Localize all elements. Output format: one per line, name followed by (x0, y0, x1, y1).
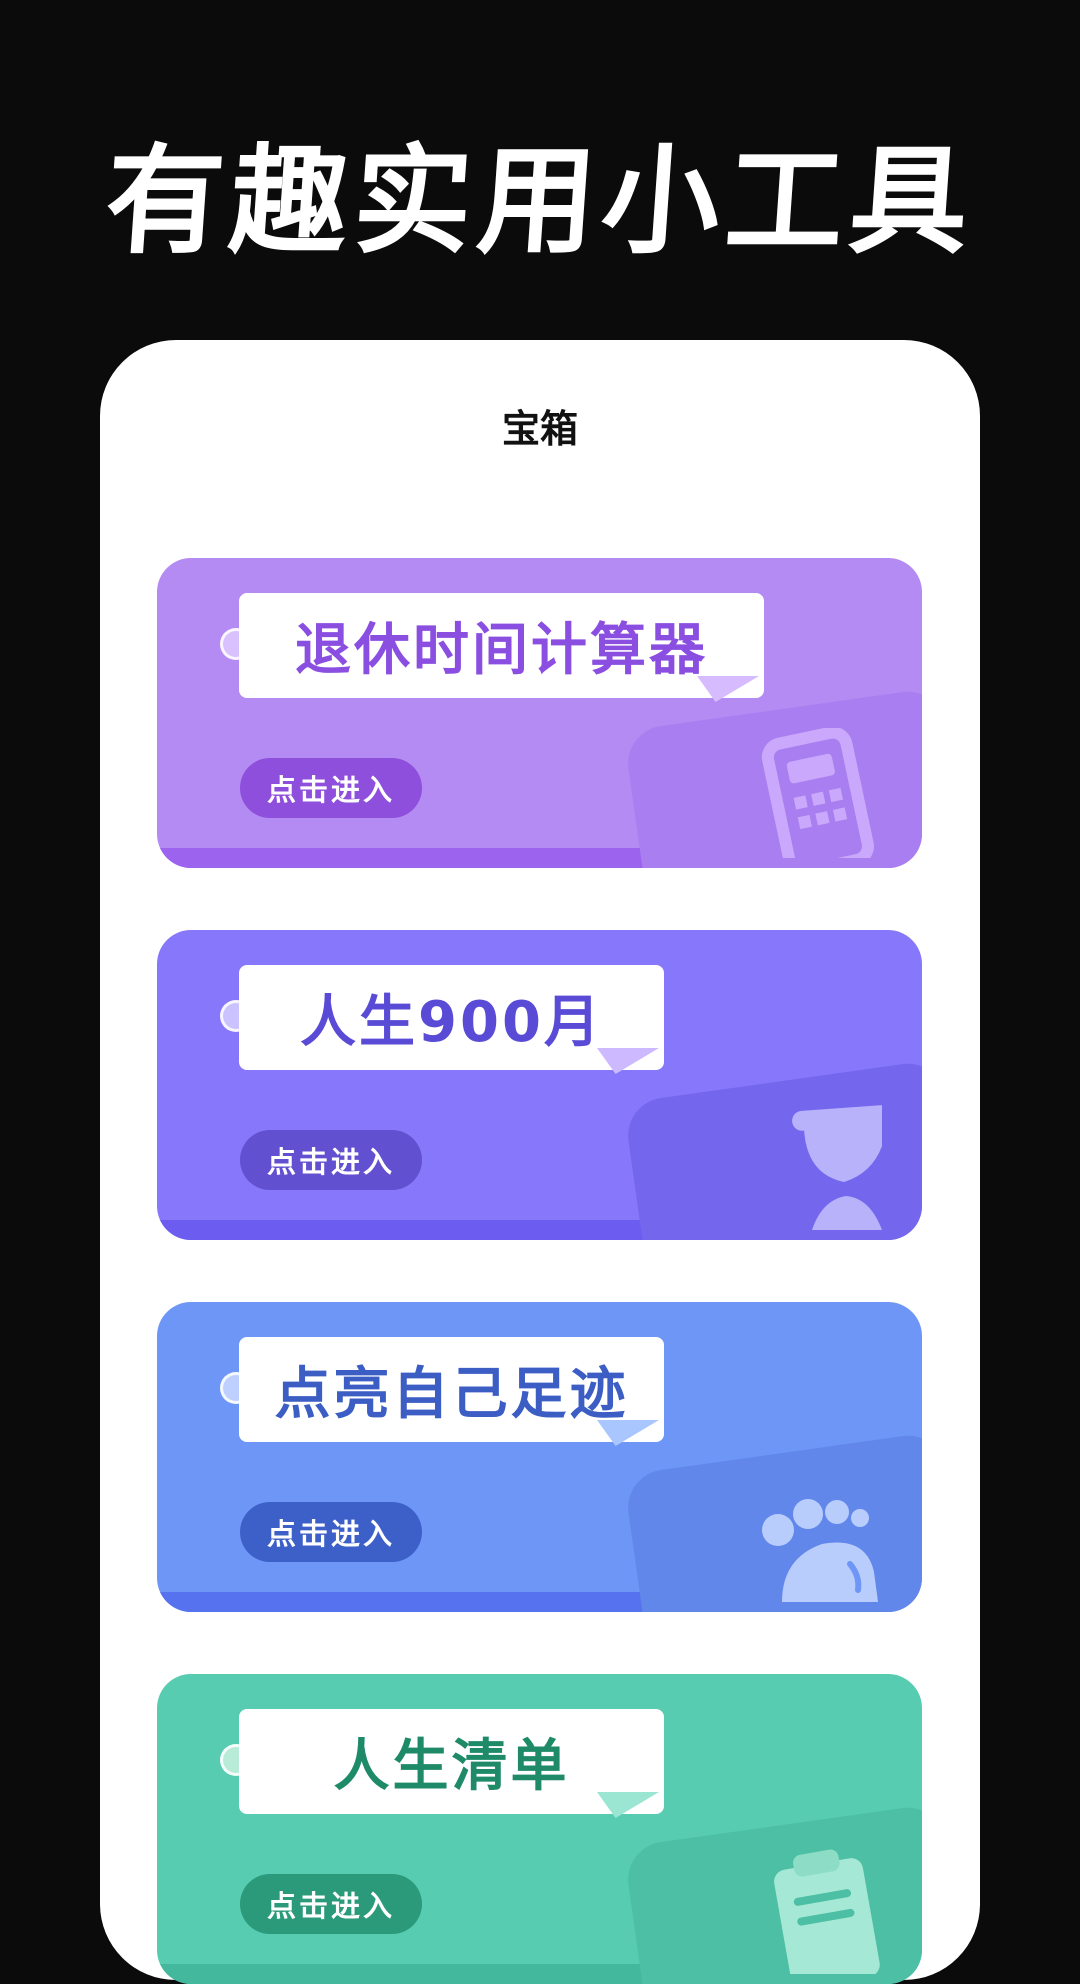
card-title: 退休时间计算器 (239, 593, 764, 698)
clipboard-icon (774, 1849, 880, 1974)
hourglass-icon (792, 1104, 882, 1230)
enter-button[interactable]: 点击进入 (240, 758, 422, 818)
footprint-icon (762, 1499, 878, 1602)
tool-card-life-900-months[interactable]: 人生900月 点击进入 (157, 930, 922, 1240)
calculator-icon (761, 728, 874, 858)
tool-card-retirement-calculator[interactable]: 退休时间计算器 点击进入 (157, 558, 922, 868)
enter-button[interactable]: 点击进入 (240, 1874, 422, 1934)
phone-screen: 宝箱 退休时间计算器 点击进入 人生900月 点击进入 点亮自己足迹 点击进入 … (100, 340, 980, 1984)
card-title: 人生清单 (239, 1709, 664, 1814)
card-title: 点亮自己足迹 (239, 1337, 664, 1442)
enter-button[interactable]: 点击进入 (240, 1130, 422, 1190)
promo-headline: 有趣实用小工具 (101, 132, 979, 270)
enter-button[interactable]: 点击进入 (240, 1502, 422, 1562)
card-title: 人生900月 (239, 965, 664, 1070)
tool-card-life-list[interactable]: 人生清单 点击进入 (157, 1674, 922, 1984)
tool-card-footprints[interactable]: 点亮自己足迹 点击进入 (157, 1302, 922, 1612)
page-title: 宝箱 (501, 407, 578, 451)
